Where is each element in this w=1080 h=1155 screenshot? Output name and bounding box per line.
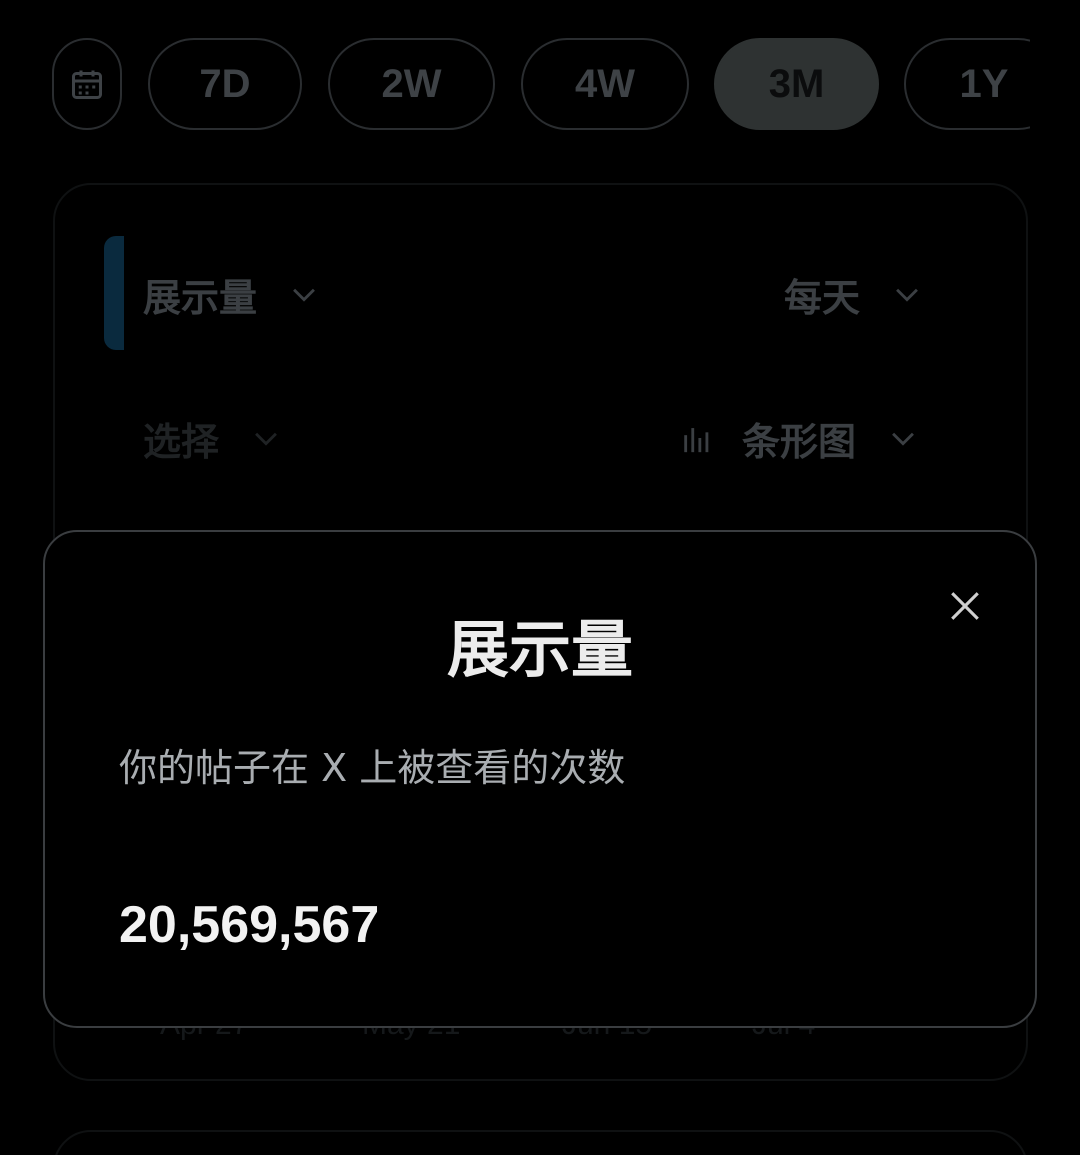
- interval-dropdown-label: 每天: [784, 275, 861, 320]
- impressions-total: 20,569,567: [119, 896, 380, 954]
- bar-chart-icon: [684, 428, 709, 453]
- chevron-down-icon: [293, 288, 315, 302]
- calendar-icon: [72, 70, 102, 99]
- metric-accent-bar: [104, 236, 124, 350]
- range-option-1y[interactable]: 1Y: [904, 38, 1030, 130]
- chart-type-dropdown[interactable]: 条形图: [680, 412, 920, 464]
- dialog-title: 展示量: [446, 613, 633, 686]
- metric-dropdown[interactable]: 展示量: [143, 268, 321, 320]
- date-range-selector: 7D 2W 4W 3M 1Y: [0, 38, 1030, 134]
- analytics-screen: 7D 2W 4W 3M 1Y 展示量 每天 选择 条形图 Apr 27 May …: [0, 0, 1080, 1155]
- interval-dropdown[interactable]: 每天: [784, 268, 924, 320]
- close-icon: [951, 592, 979, 620]
- select-dropdown[interactable]: 选择: [143, 412, 283, 464]
- range-option-3m[interactable]: 3M: [714, 38, 879, 130]
- calendar-button[interactable]: [52, 38, 122, 130]
- secondary-card: [53, 1130, 1028, 1155]
- range-option-2w[interactable]: 2W: [328, 38, 495, 130]
- dialog-description: 你的帖子在 X 上被查看的次数: [119, 746, 626, 790]
- chevron-down-icon: [896, 288, 918, 302]
- metric-info-dialog: 展示量 你的帖子在 X 上被查看的次数 20,569,567: [43, 530, 1037, 1028]
- range-option-4w[interactable]: 4W: [521, 38, 689, 130]
- range-option-7d[interactable]: 7D: [148, 38, 302, 130]
- chart-type-label: 条形图: [742, 419, 857, 464]
- chevron-down-icon: [892, 432, 914, 446]
- chevron-down-icon: [255, 432, 277, 446]
- close-button[interactable]: [943, 584, 987, 628]
- select-dropdown-label: 选择: [143, 419, 220, 464]
- metric-dropdown-label: 展示量: [143, 275, 258, 320]
